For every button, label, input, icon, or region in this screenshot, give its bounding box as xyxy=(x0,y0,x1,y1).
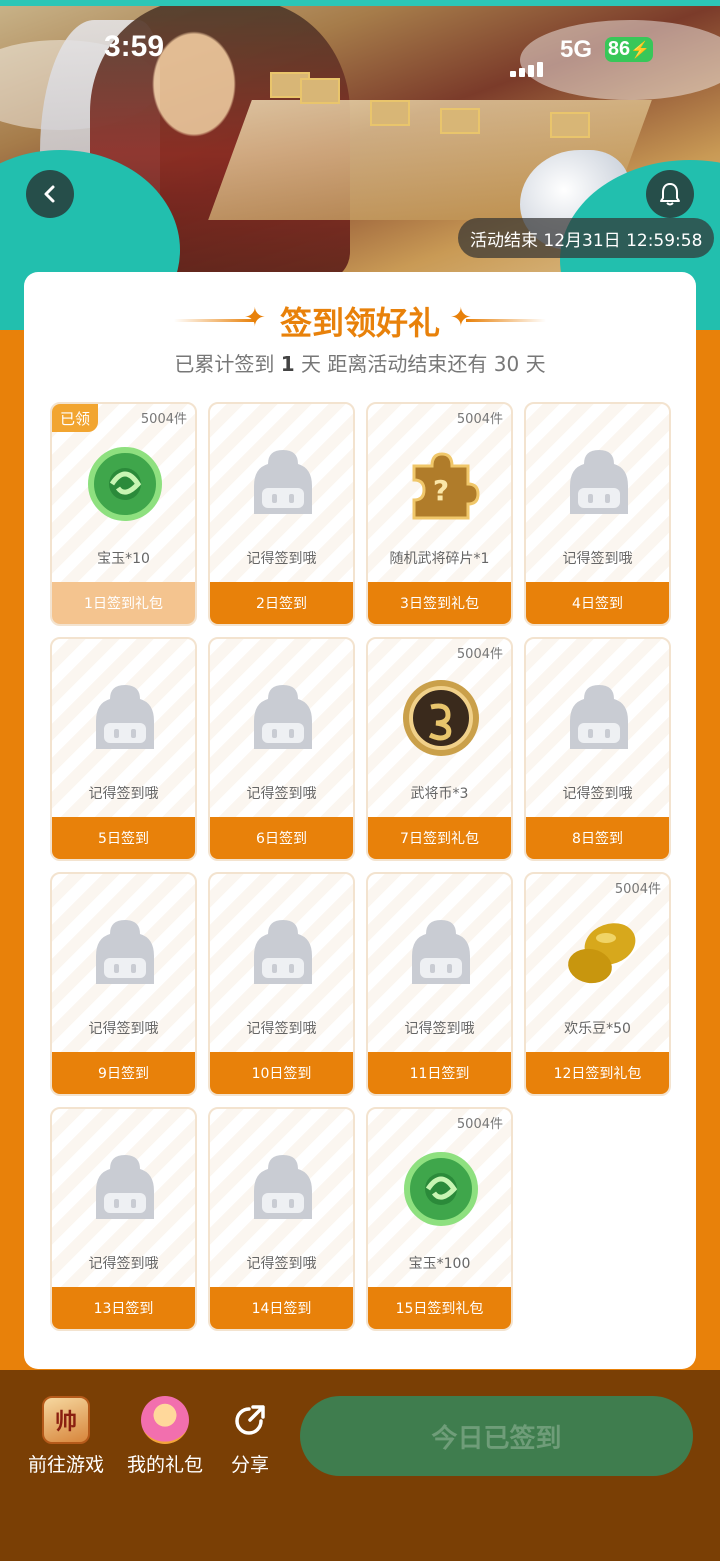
day-label: 2日签到 xyxy=(210,582,353,624)
day-cell[interactable]: 记得签到哦 14日签到 xyxy=(208,1107,355,1331)
placeholder-icon xyxy=(80,673,170,763)
reward-name: 记得签到哦 xyxy=(88,1256,159,1272)
day-cell[interactable]: 记得签到哦 6日签到 xyxy=(208,637,355,861)
day-label: 1日签到礼包 xyxy=(52,582,195,624)
day-label: 4日签到 xyxy=(526,582,669,624)
day-label: 10日签到 xyxy=(210,1052,353,1094)
placeholder-icon xyxy=(238,438,328,528)
placeholder-icon xyxy=(554,438,644,528)
day-cell[interactable]: 5004件武将币*3 7日签到礼包 xyxy=(366,637,513,861)
reward-name: 武将币*3 xyxy=(410,786,469,802)
jade-icon xyxy=(80,438,170,528)
svg-text:?: ? xyxy=(433,474,449,507)
day-cell[interactable]: 5004件? 随机武将碎片*1 3日签到礼包 xyxy=(366,402,513,626)
claimed-badge: 已领 xyxy=(52,404,98,432)
day-cell[interactable]: 记得签到哦 13日签到 xyxy=(50,1107,197,1331)
day-label: 11日签到 xyxy=(368,1052,511,1094)
share-icon xyxy=(226,1396,274,1444)
day-cell[interactable]: 5004件欢乐豆*50 12日签到礼包 xyxy=(524,872,671,1096)
day-label: 13日签到 xyxy=(52,1287,195,1329)
signal-icon xyxy=(510,37,543,77)
checkin-card: ✦ ✦ 签到领好礼 已累计签到 1 天 距离活动结束还有 30 天 已领 5004… xyxy=(24,272,696,1369)
network-label: 5G xyxy=(560,36,593,63)
notification-button[interactable] xyxy=(646,170,694,218)
day-label: 7日签到礼包 xyxy=(368,817,511,859)
checkin-days-count: 1 xyxy=(280,352,295,376)
reward-name: 记得签到哦 xyxy=(246,551,317,567)
day-cell[interactable]: 记得签到哦 11日签到 xyxy=(366,872,513,1096)
page-title: 签到领好礼 xyxy=(279,304,440,342)
gift-avatar-icon xyxy=(141,1396,189,1444)
day-cell[interactable]: 记得签到哦 5日签到 xyxy=(50,637,197,861)
placeholder-icon xyxy=(554,673,644,763)
reward-name: 宝玉*10 xyxy=(97,551,150,567)
activity-end-time: 活动结束 12月31日 12:59:58 xyxy=(458,218,715,258)
reward-name: 记得签到哦 xyxy=(246,1021,317,1037)
reward-name: 记得签到哦 xyxy=(246,786,317,802)
day-cell[interactable]: 记得签到哦 2日签到 xyxy=(208,402,355,626)
status-time: 3:59 xyxy=(104,30,165,63)
day-label: 5日签到 xyxy=(52,817,195,859)
signed-today-button[interactable]: 今日已签到 xyxy=(300,1396,693,1476)
day-cell[interactable]: 已领 5004件宝玉*10 1日签到礼包 xyxy=(50,402,197,626)
reward-stock: 5004件 xyxy=(456,1117,503,1132)
bell-icon xyxy=(660,183,680,206)
reward-name: 记得签到哦 xyxy=(88,786,159,802)
reward-name: 宝玉*100 xyxy=(408,1256,471,1272)
reward-name: 随机武将碎片*1 xyxy=(389,551,490,567)
day-cell[interactable]: 记得签到哦 4日签到 xyxy=(524,402,671,626)
day-label: 14日签到 xyxy=(210,1287,353,1329)
day-cell[interactable]: 记得签到哦 9日签到 xyxy=(50,872,197,1096)
card-header: ✦ ✦ 签到领好礼 xyxy=(24,296,696,346)
day-cell[interactable]: 5004件宝玉*100 15日签到礼包 xyxy=(366,1107,513,1331)
day-label: 8日签到 xyxy=(526,817,669,859)
placeholder-icon xyxy=(80,908,170,998)
chevron-left-icon xyxy=(44,185,55,203)
reward-name: 记得签到哦 xyxy=(88,1021,159,1037)
battery-icon: 86 ⚡ xyxy=(605,37,653,62)
go-game-button[interactable]: 帅 前往游戏 xyxy=(26,1396,106,1477)
placeholder-icon xyxy=(238,673,328,763)
placeholder-icon xyxy=(238,1143,328,1233)
reward-stock: 5004件 xyxy=(614,882,661,897)
placeholder-icon xyxy=(396,908,486,998)
reward-name: 记得签到哦 xyxy=(562,786,633,802)
game-logo-icon: 帅 xyxy=(42,1396,90,1444)
day-label: 6日签到 xyxy=(210,817,353,859)
day-label: 9日签到 xyxy=(52,1052,195,1094)
reward-name: 欢乐豆*50 xyxy=(564,1021,631,1037)
reward-name: 记得签到哦 xyxy=(246,1256,317,1272)
coin-icon xyxy=(396,673,486,763)
day-label: 3日签到礼包 xyxy=(368,582,511,624)
reward-name: 记得签到哦 xyxy=(562,551,633,567)
day-cell[interactable]: 记得签到哦 10日签到 xyxy=(208,872,355,1096)
placeholder-icon xyxy=(238,908,328,998)
jade-icon xyxy=(396,1143,486,1233)
my-gifts-button[interactable]: 我的礼包 xyxy=(125,1396,205,1477)
reward-stock: 5004件 xyxy=(456,647,503,662)
reward-stock: 5004件 xyxy=(456,412,503,427)
day-cell[interactable]: 记得签到哦 8日签到 xyxy=(524,637,671,861)
day-label: 12日签到礼包 xyxy=(526,1052,669,1094)
puzzle-piece-icon: ? xyxy=(396,438,486,528)
checkin-grid: 已领 5004件 宝玉*10 1日签到礼包 记得签到哦 2日签到 5004件? 随机武将碎片*… xyxy=(50,402,672,1331)
share-button[interactable]: 分享 xyxy=(226,1396,274,1477)
placeholder-icon xyxy=(80,1143,170,1233)
battery-level: 86 xyxy=(607,38,631,60)
back-button[interactable] xyxy=(26,170,74,218)
day-label: 15日签到礼包 xyxy=(368,1287,511,1329)
reward-stock: 5004件 xyxy=(140,412,187,427)
checkin-summary: 已累计签到 1 天 距离活动结束还有 30 天 xyxy=(174,352,546,376)
reward-name: 记得签到哦 xyxy=(404,1021,475,1037)
beans-icon xyxy=(554,908,644,998)
bottom-bar: 帅 前往游戏 我的礼包 分享 今日已签到 xyxy=(0,1370,720,1561)
